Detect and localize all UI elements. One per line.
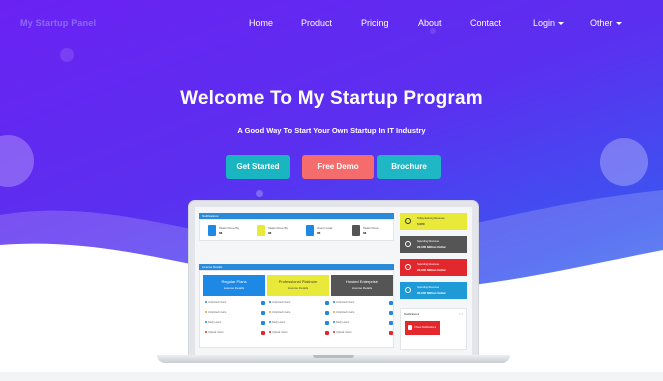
plan-row: Unlimited Users xyxy=(205,311,265,316)
plan-row: Unlimited Users xyxy=(269,311,329,316)
nav-about[interactable]: About xyxy=(418,18,442,28)
plan-sub: License Details xyxy=(223,286,245,290)
side-card-spending: Spending Revenue 20,000 Million Dollar xyxy=(400,236,467,253)
plan-row: Unlimited Users xyxy=(269,301,329,306)
landing-page: My Startup Panel Home Product Pricing Ab… xyxy=(0,0,663,381)
plan-name: Regular Plans xyxy=(221,279,247,284)
brochure-button[interactable]: Brochure xyxy=(377,155,441,179)
side-card-value: 20,000 Million Dollar xyxy=(417,245,446,249)
nav-other-dropdown[interactable]: Other xyxy=(590,18,622,28)
plan-row: Upload Users xyxy=(333,331,393,336)
top-navbar: My Startup Panel Home Product Pricing Ab… xyxy=(0,0,663,46)
mini-panel-title: Notifications xyxy=(404,312,420,316)
brand-logo[interactable]: My Startup Panel xyxy=(20,18,96,28)
plan-sub: License Details xyxy=(287,286,309,290)
free-demo-button[interactable]: Free Demo xyxy=(302,155,374,179)
plan-row: Upload Users xyxy=(205,331,265,336)
stat-label: Tasks Done By xyxy=(219,226,240,230)
check-icon xyxy=(352,225,360,236)
stat-value: 88 xyxy=(317,231,321,235)
hero-subtitle: A Good Way To Start Your Own Startup In … xyxy=(237,126,426,135)
plan-row: Daily Users xyxy=(333,321,393,326)
side-card-label: Today Earning Revenue xyxy=(417,217,445,220)
dashboard-preview: Notifications Tasks Done By 88 Tasks Don… xyxy=(195,207,472,357)
plan-row: Upload Users xyxy=(269,331,329,336)
side-card-value: 20,000 Million Dollar xyxy=(417,291,446,295)
stat-card: Tasks Done By 88 xyxy=(257,223,301,239)
plan-card-regular[interactable]: Regular Plans License Details xyxy=(203,275,265,296)
stat-label: Tasks Done By xyxy=(268,226,289,230)
get-started-button[interactable]: Get Started xyxy=(226,155,290,179)
laptop-notch xyxy=(313,355,354,358)
plan-card-enterprise[interactable]: Hosted Enterprise License Details xyxy=(331,275,393,296)
stat-value: 88 xyxy=(219,231,223,235)
chevron-down-icon xyxy=(558,22,565,25)
phone-icon xyxy=(208,225,216,236)
hero-title: Welcome To My Startup Program xyxy=(180,88,483,109)
close-icon[interactable]: × × xyxy=(459,312,463,316)
nav-login-label: Login xyxy=(533,18,556,28)
heart-icon xyxy=(405,241,411,247)
plan-row: Daily Users xyxy=(205,321,265,326)
alert-text: 3 New Notifications xyxy=(414,326,437,329)
chat-icon xyxy=(405,287,411,293)
plan-name: Professional Platinum xyxy=(278,279,318,284)
side-card-earning: Today Earning Revenue 5,000 xyxy=(400,213,467,230)
stat-card: Tasks Done 88 xyxy=(352,223,396,239)
nav-login-dropdown[interactable]: Login xyxy=(533,18,565,28)
nav-home[interactable]: Home xyxy=(249,18,273,28)
nav-pricing[interactable]: Pricing xyxy=(361,18,389,28)
notifications-mini-panel: Notifications × × 3 New Notifications xyxy=(400,308,467,350)
laptop-mockup: Notifications Tasks Done By 88 Tasks Don… xyxy=(189,201,478,357)
stats-panel: Tasks Done By 88 Tasks Done By 88 Users … xyxy=(199,219,394,241)
nav-contact[interactable]: Contact xyxy=(470,18,501,28)
plan-row: Daily Users xyxy=(269,321,329,326)
plan-row: Unlimited Users xyxy=(333,301,393,306)
side-card-label: Spending Revenue xyxy=(417,263,440,266)
stat-value: 88 xyxy=(363,231,367,235)
plan-name: Hosted Enterprise xyxy=(345,279,378,284)
nav-product[interactable]: Product xyxy=(301,18,332,28)
side-card-label: Spending Revenue xyxy=(417,286,440,289)
plan-row: Unlimited Users xyxy=(205,301,265,306)
bell-icon xyxy=(408,325,412,330)
stat-value: 88 xyxy=(268,231,272,235)
stat-card: Tasks Done By 88 xyxy=(208,223,252,239)
stat-card: Users Load 88 xyxy=(306,223,350,239)
cloud-icon xyxy=(405,264,411,270)
chevron-down-icon xyxy=(615,22,622,25)
notification-alert[interactable]: 3 New Notifications xyxy=(405,321,440,335)
side-card-spending: Spending Revenue 20,000 Million Dollar xyxy=(400,282,467,299)
side-card-value: 20,000 Million Dollar xyxy=(417,268,446,272)
plan-card-professional[interactable]: Professional Platinum License Details xyxy=(267,275,329,296)
stat-label: Users Load xyxy=(317,226,333,230)
stat-label: Tasks Done xyxy=(363,226,379,230)
forward-icon xyxy=(257,225,265,236)
footer-strip xyxy=(0,372,663,381)
side-card-value: 5,000 xyxy=(417,222,425,226)
side-card-spending: Spending Revenue 20,000 Million Dollar xyxy=(400,259,467,276)
plan-row: Unlimited Users xyxy=(333,311,393,316)
tag-icon xyxy=(405,218,411,224)
plan-sub: License Details xyxy=(351,286,373,290)
user-icon xyxy=(306,225,314,236)
nav-other-label: Other xyxy=(590,18,613,28)
side-card-label: Spending Revenue xyxy=(417,240,440,243)
